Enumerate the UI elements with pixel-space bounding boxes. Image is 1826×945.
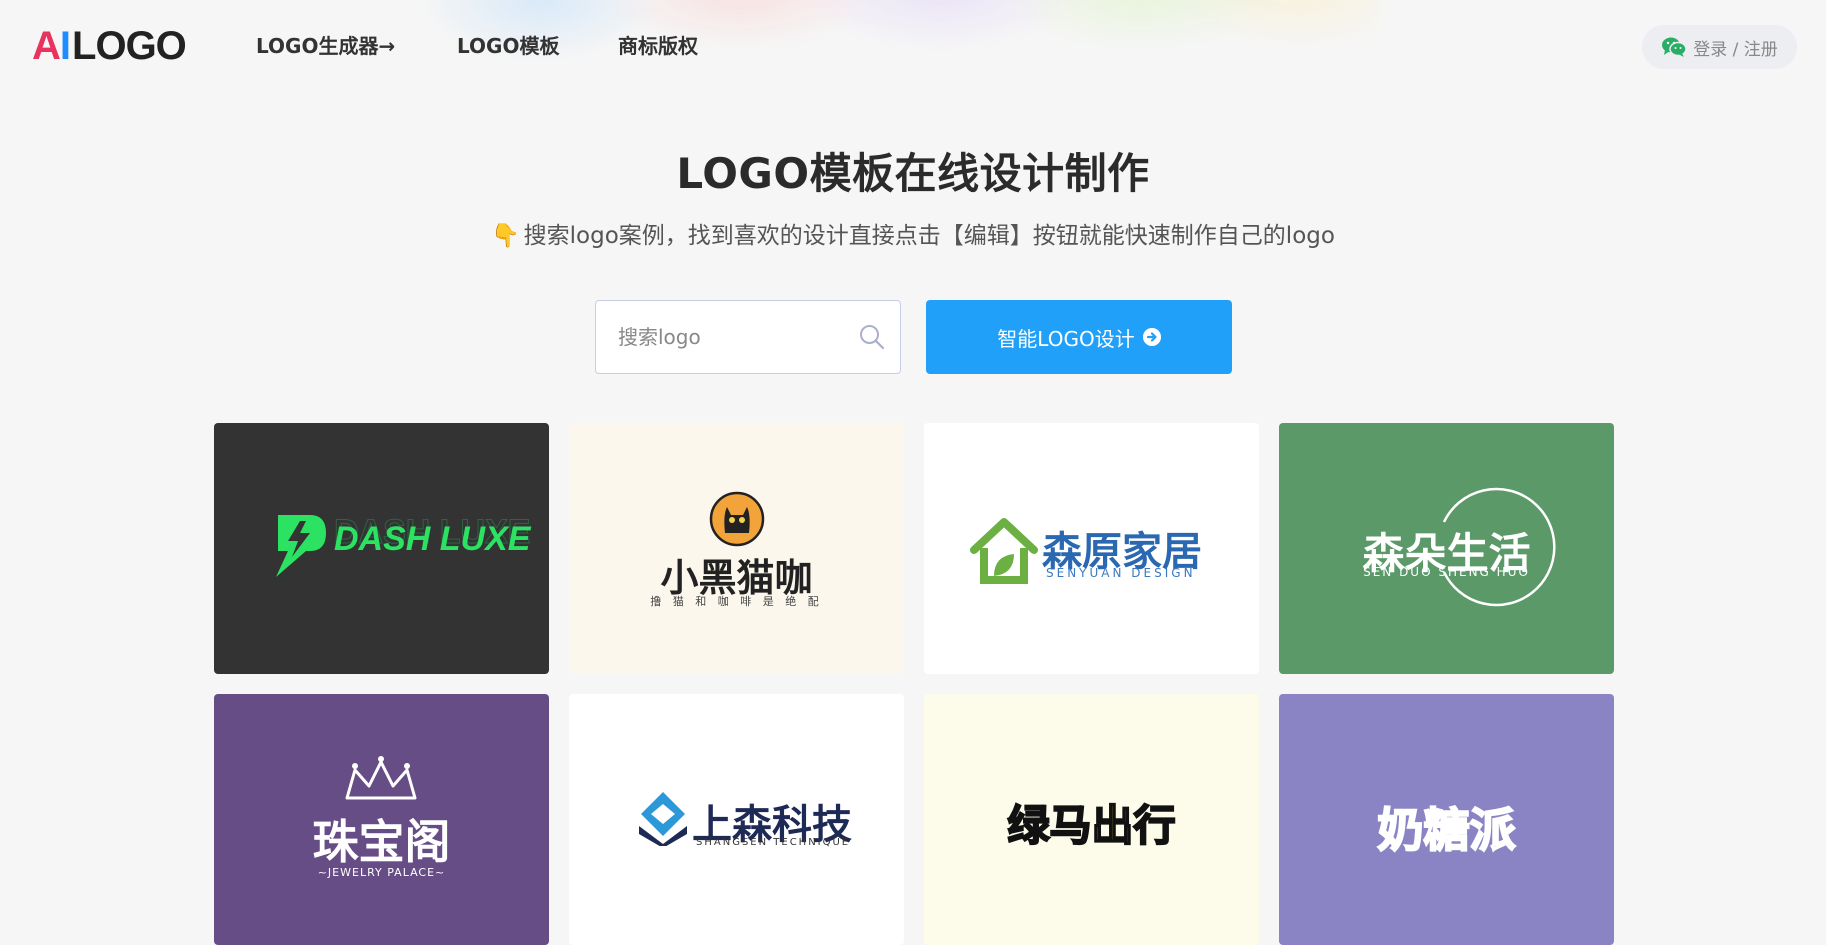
crown-icon — [345, 756, 417, 800]
search-input[interactable] — [618, 325, 838, 349]
login-label: 登录 / 注册 — [1693, 39, 1778, 60]
login-register-button[interactable]: 登录 / 注册 — [1642, 25, 1797, 69]
ai-logo-design-button[interactable]: 智能LOGO设计 — [926, 300, 1232, 374]
diamond-chevron-icon — [639, 792, 687, 846]
site-logo[interactable]: A I LOGO — [32, 24, 187, 68]
main-nav: LOGO生成器→ LOGO模板 商标版权 — [256, 32, 718, 60]
logo-letter-a: A — [32, 24, 61, 68]
template-card-jewelry-palace[interactable]: 珠宝阁 ~JEWELRY PALACE~ — [214, 694, 549, 945]
template-card-lvma-travel[interactable]: 绿马出行 — [924, 694, 1259, 945]
card-shangsen-en: SHANGSEN TECHNIQUE — [696, 837, 851, 848]
card-dash-name: DASH LUXE — [334, 520, 531, 558]
template-card-senduo-life[interactable]: 森朵生活 SEN DUO SHENG HUO — [1279, 423, 1614, 674]
logo-letter-i: I — [59, 24, 71, 68]
pointing-hand-icon: 👇 — [491, 223, 520, 249]
wechat-icon — [1662, 37, 1687, 57]
card-senduo-en: SEN DUO SHENG HUO — [1363, 565, 1530, 579]
nav-logo-generator[interactable]: LOGO生成器→ — [256, 32, 457, 60]
card-senyuan-en: SENYUAN DESIGN — [1046, 566, 1196, 580]
template-card-xiaohei-cat-cafe[interactable]: 小黑猫咖 撸 猫 和 咖 啡 是 绝 配 — [569, 423, 904, 674]
card-lvma-name-a: 绿马 — [1006, 800, 1092, 851]
top-header: A I LOGO LOGO生成器→ LOGO模板 商标版权 登录 / 注册 — [0, 0, 1826, 92]
lightning-shield-icon — [276, 515, 326, 577]
page-title: LOGO模板在线设计制作 — [676, 149, 1150, 198]
template-card-senyuan-home[interactable]: 森原家居 SENYUAN DESIGN — [924, 423, 1259, 674]
house-leaf-icon — [970, 518, 1038, 584]
black-cat-icon — [709, 491, 765, 547]
card-xiaohei-slogan: 撸 猫 和 咖 啡 是 绝 配 — [650, 595, 823, 608]
search-icon[interactable] — [858, 323, 886, 351]
design-button-label: 智能LOGO设计 — [997, 326, 1135, 351]
card-lvma-name: 绿马出行 — [924, 792, 1259, 853]
page-subtitle: 👇 搜索logo案例，找到喜欢的设计直接点击【编辑】按钮就能快速制作自己的logo — [0, 216, 1826, 250]
card-jewelry-en: ~JEWELRY PALACE~ — [317, 866, 446, 879]
template-card-naitang-pai[interactable]: 奶糖派 — [1279, 694, 1614, 945]
search-box — [595, 300, 901, 374]
logo-word: LOGO — [72, 24, 187, 68]
card-naitang-name: 奶糖派 — [1377, 802, 1517, 858]
template-card-shangsen-tech[interactable]: 上森科技 SHANGSEN TECHNIQUE — [569, 694, 904, 945]
subtitle-text: 搜索logo案例，找到喜欢的设计直接点击【编辑】按钮就能快速制作自己的logo — [523, 223, 1335, 249]
arrow-right-circle-icon — [1142, 328, 1161, 346]
card-lvma-name-b: 出行 — [1090, 800, 1176, 851]
nav-logo-templates[interactable]: LOGO模板 — [457, 32, 618, 60]
card-jewelry-name: 珠宝阁 — [312, 815, 451, 869]
nav-trademark[interactable]: 商标版权 — [618, 32, 718, 60]
template-card-dash-luxe[interactable]: DASH LUXE DASH LUXE — [214, 423, 549, 674]
